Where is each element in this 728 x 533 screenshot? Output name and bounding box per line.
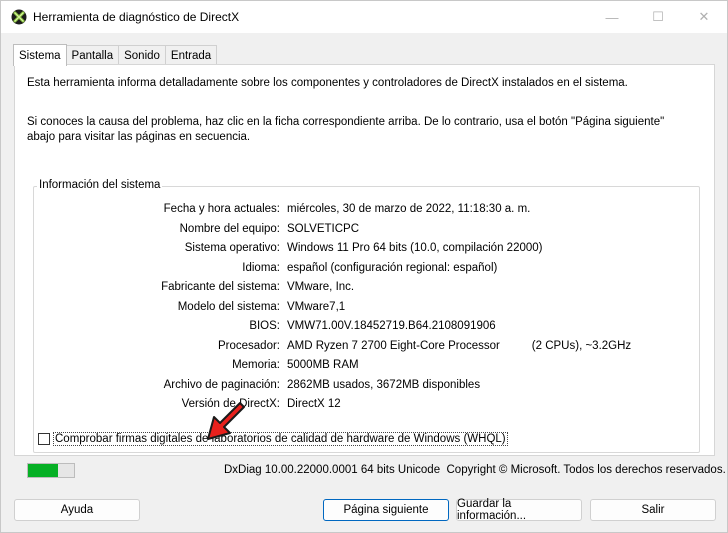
system-info-title: Información del sistema <box>37 179 163 191</box>
close-button[interactable]: ✕ <box>681 1 727 33</box>
tab-entrada[interactable]: Entrada <box>164 45 218 65</box>
tab-bar: Sistema Pantalla Sonido Entrada <box>13 44 218 66</box>
info-row-memory: Memoria: 5000MB RAM <box>34 359 699 375</box>
info-label: Modelo del sistema: <box>177 300 280 313</box>
info-label: Fecha y hora actuales: <box>163 203 280 215</box>
dxdiag-window: Herramienta de diagnóstico de DirectX — … <box>0 0 728 533</box>
info-value: AMD Ryzen 7 2700 Eight-Core Processor (2… <box>287 339 632 352</box>
exit-button[interactable]: Salir <box>590 499 716 521</box>
info-label: Fabricante del sistema: <box>161 281 280 293</box>
info-row-bios: BIOS: VMW71.00V.18452719.B64.2108091906 <box>34 320 699 336</box>
whql-checkbox[interactable] <box>38 433 50 445</box>
info-value: VMW71.00V.18452719.B64.2108091906 <box>287 320 496 332</box>
minimize-button[interactable]: — <box>589 1 635 33</box>
version-copyright-text: DxDiag 10.00.22000.0001 64 bits Unicode … <box>224 464 726 476</box>
info-value: Windows 11 Pro 64 bits (10.0, compilació… <box>287 242 543 254</box>
info-label: Idioma: <box>242 261 280 274</box>
intro-text-1: Esta herramienta informa detalladamente … <box>27 77 628 89</box>
info-value: 2862MB usados, 3672MB disponibles <box>287 378 481 391</box>
tab-sistema[interactable]: Sistema <box>13 44 67 66</box>
info-value: español (configuración regional: español… <box>287 261 498 274</box>
info-row-model: Modelo del sistema: VMware7,1 <box>34 301 699 317</box>
info-value: SOLVETICPC <box>287 222 359 235</box>
directx-app-icon <box>11 9 27 25</box>
info-row-language: Idioma: español (configuración regional:… <box>34 262 699 278</box>
info-row-paging-file: Archivo de paginación: 2862MB usados, 36… <box>34 379 699 395</box>
info-label: Archivo de paginación: <box>163 378 280 391</box>
info-label: Memoria: <box>232 359 280 371</box>
tab-pantalla[interactable]: Pantalla <box>65 45 120 65</box>
info-label: Sistema operativo: <box>184 242 280 254</box>
info-label: Procesador: <box>217 339 280 352</box>
info-label: Nombre del equipo: <box>179 222 280 235</box>
progress-bar <box>27 463 75 478</box>
tab-sonido[interactable]: Sonido <box>118 45 166 65</box>
intro-text-2: Si conoces la causa del problema, haz cl… <box>27 116 665 143</box>
info-row-directx-version: Versión de DirectX: DirectX 12 <box>34 398 699 414</box>
maximize-button[interactable]: ☐ <box>635 1 681 33</box>
info-row-date: Fecha y hora actuales: miércoles, 30 de … <box>34 203 699 219</box>
window-title: Herramienta de diagnóstico de DirectX <box>33 10 240 24</box>
sistema-tab-panel: Esta herramienta informa detalladamente … <box>14 64 715 456</box>
info-value: miércoles, 30 de marzo de 2022, 11:18:30… <box>287 203 531 215</box>
info-row-manufacturer: Fabricante del sistema: VMware, Inc. <box>34 281 699 297</box>
info-value: 5000MB RAM <box>287 359 359 371</box>
title-bar[interactable]: Herramienta de diagnóstico de DirectX — … <box>1 1 727 33</box>
info-value: VMware, Inc. <box>287 281 355 293</box>
info-row-processor: Procesador: AMD Ryzen 7 2700 Eight-Core … <box>34 340 699 356</box>
system-info-group: Información del sistema Fecha y hora act… <box>33 179 700 453</box>
whql-checkbox-label[interactable]: Comprobar firmas digitales de laboratori… <box>53 432 508 446</box>
info-row-computer-name: Nombre del equipo: SOLVETICPC <box>34 223 699 239</box>
next-page-button[interactable]: Página siguiente <box>323 499 449 521</box>
info-label: BIOS: <box>249 320 280 332</box>
help-button[interactable]: Ayuda <box>14 499 140 521</box>
whql-option[interactable]: Comprobar firmas digitales de laboratori… <box>38 432 508 446</box>
red-pointer-arrow <box>207 402 245 440</box>
info-value: DirectX 12 <box>287 398 341 410</box>
save-info-button[interactable]: Guardar la información... <box>456 498 582 522</box>
info-value: VMware7,1 <box>287 300 346 313</box>
progress-bar-fill <box>28 464 58 477</box>
info-row-os: Sistema operativo: Windows 11 Pro 64 bit… <box>34 242 699 258</box>
